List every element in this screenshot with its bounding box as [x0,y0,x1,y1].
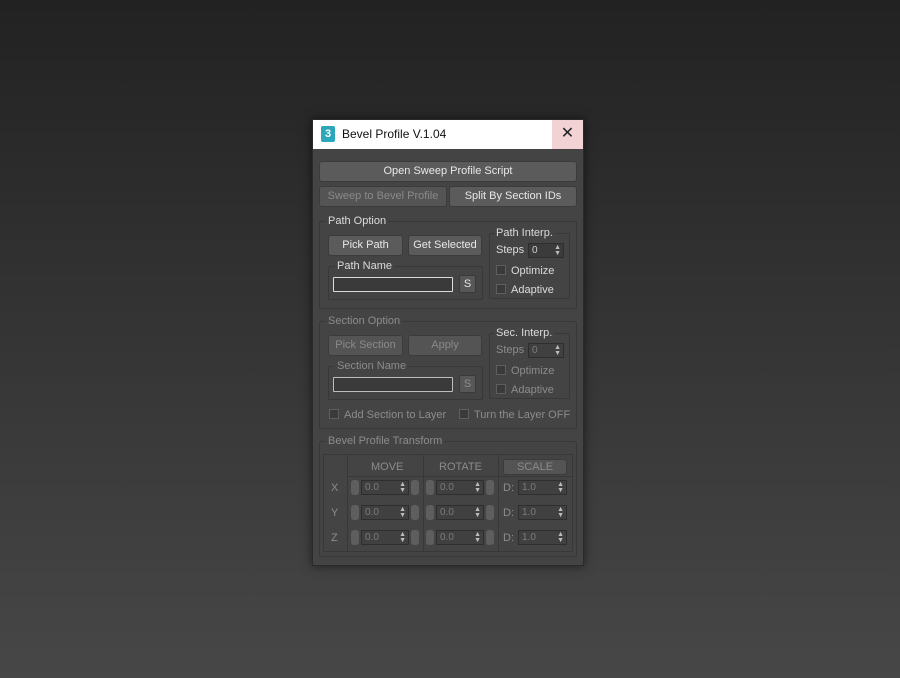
path-adaptive-label: Adaptive [511,284,554,296]
scale-x-prefix: D: [503,482,514,494]
move-y-reset-button[interactable] [351,505,359,520]
section-name-label: Section Name [335,359,409,373]
section-select-s-button[interactable]: S [459,375,476,393]
rotate-x-step-button[interactable] [486,480,494,495]
rotate-x-spinner[interactable]: 0.0 ▲ ▼ [436,480,484,495]
spinner-arrows-icon: ▲ ▼ [399,531,406,544]
path-optimize-checkbox[interactable] [496,265,506,275]
move-x-step-button[interactable] [411,480,419,495]
move-y-spinner[interactable]: 0.0 ▲ ▼ [361,505,409,520]
sec-adaptive-checkbox[interactable] [496,384,506,394]
close-icon: ✕ [560,125,575,142]
axis-label-x: X [331,482,339,494]
path-name-field[interactable] [333,277,453,292]
move-z-spinner[interactable]: 0.0 ▲ ▼ [361,530,409,545]
table-divider [347,454,348,552]
path-option-title: Path Option [326,214,389,228]
split-by-section-button[interactable]: Split By Section IDs [449,186,577,207]
rotate-z-step-button[interactable] [486,530,494,545]
rotate-y-spinner[interactable]: 0.0 ▲ ▼ [436,505,484,520]
turn-layer-off-label: Turn the Layer OFF [474,409,571,421]
axis-label-y: Y [331,507,339,519]
spinner-arrows-icon: ▲ ▼ [557,481,564,494]
transform-title: Bevel Profile Transform [326,434,445,448]
scale-button[interactable]: SCALE [503,459,567,475]
apply-button[interactable]: Apply [408,335,482,356]
sec-optimize-label: Optimize [511,365,555,377]
move-z-value: 0.0 [365,532,379,543]
rotate-y-value: 0.0 [440,507,454,518]
rotate-header: ROTATE [439,461,482,473]
scale-y-prefix: D: [503,507,514,519]
turn-layer-off-checkbox[interactable] [459,409,469,419]
path-interp-title: Path Interp. [494,226,555,240]
add-section-to-layer-checkbox[interactable] [329,409,339,419]
rotate-y-step-button[interactable] [486,505,494,520]
table-divider [347,476,573,477]
sec-adaptive-label: Adaptive [511,384,554,396]
move-x-reset-button[interactable] [351,480,359,495]
spinner-arrows-icon: ▲ ▼ [557,531,564,544]
sec-optimize-checkbox[interactable] [496,365,506,375]
close-button[interactable]: ✕ [552,120,583,149]
get-selected-button[interactable]: Get Selected [408,235,482,256]
rotate-x-reset-button[interactable] [426,480,434,495]
spinner-arrows-icon: ▲ ▼ [474,506,481,519]
scale-z-prefix: D: [503,532,514,544]
open-sweep-profile-button[interactable]: Open Sweep Profile Script [319,161,577,182]
scale-x-value: 1.0 [522,482,536,493]
section-option-title: Section Option [326,314,403,328]
bevel-profile-window: 3 Bevel Profile V.1.04 ✕ Open Sweep Prof… [312,119,584,566]
spinner-arrows-icon: ▲ ▼ [399,506,406,519]
table-divider [423,454,424,552]
move-y-value: 0.0 [365,507,379,518]
move-x-spinner[interactable]: 0.0 ▲ ▼ [361,480,409,495]
move-z-step-button[interactable] [411,530,419,545]
spinner-arrows-icon: ▲ ▼ [554,244,561,257]
table-divider [498,454,499,552]
rotate-x-value: 0.0 [440,482,454,493]
spinner-arrows-icon: ▲ ▼ [474,481,481,494]
pick-path-button[interactable]: Pick Path [328,235,403,256]
scale-x-spinner[interactable]: 1.0 ▲ ▼ [518,480,567,495]
rotate-y-reset-button[interactable] [426,505,434,520]
rotate-z-spinner[interactable]: 0.0 ▲ ▼ [436,530,484,545]
scale-y-spinner[interactable]: 1.0 ▲ ▼ [518,505,567,520]
path-steps-value: 0 [532,245,538,256]
move-y-step-button[interactable] [411,505,419,520]
move-z-reset-button[interactable] [351,530,359,545]
path-name-label: Path Name [335,259,395,273]
sec-steps-label: Steps [496,344,525,356]
path-select-s-button[interactable]: S [459,275,476,293]
rotate-z-reset-button[interactable] [426,530,434,545]
move-header: MOVE [371,461,404,473]
spinner-arrows-icon: ▲ ▼ [554,344,561,357]
spinner-arrows-icon: ▲ ▼ [557,506,564,519]
spinner-arrows-icon: ▲ ▼ [474,531,481,544]
scale-y-value: 1.0 [522,507,536,518]
path-optimize-label: Optimize [511,265,555,277]
section-name-field[interactable] [333,377,453,392]
app-icon: 3 [321,126,335,142]
title-bar[interactable]: 3 Bevel Profile V.1.04 ✕ [313,120,583,149]
sec-interp-title: Sec. Interp. [494,326,555,340]
pick-section-button[interactable]: Pick Section [328,335,403,356]
sweep-to-bevel-button[interactable]: Sweep to Bevel Profile [319,186,447,207]
axis-label-z: Z [331,532,338,544]
path-steps-spinner[interactable]: 0 ▲ ▼ [528,243,564,258]
spinner-arrows-icon: ▲ ▼ [399,481,406,494]
add-section-to-layer-label: Add Section to Layer [344,409,447,421]
scale-z-value: 1.0 [522,532,536,543]
scale-z-spinner[interactable]: 1.0 ▲ ▼ [518,530,567,545]
sec-steps-value: 0 [532,345,538,356]
path-steps-label: Steps [496,244,525,256]
rotate-z-value: 0.0 [440,532,454,543]
sec-steps-spinner[interactable]: 0 ▲ ▼ [528,343,564,358]
path-adaptive-checkbox[interactable] [496,284,506,294]
window-title: Bevel Profile V.1.04 [342,127,447,141]
move-x-value: 0.0 [365,482,379,493]
